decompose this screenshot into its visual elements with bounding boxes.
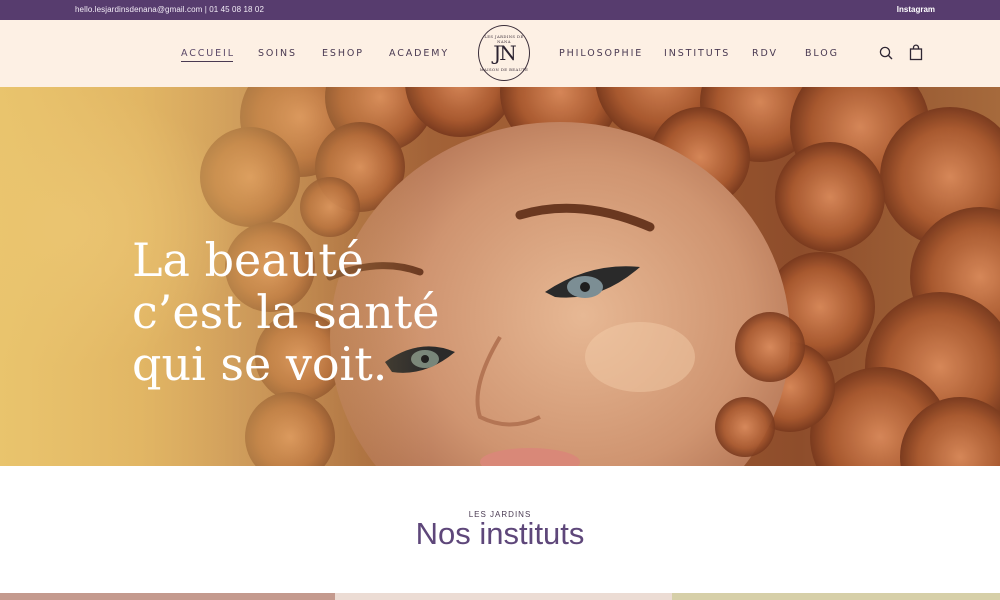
- nav-instituts-label: INSTITUTS: [664, 48, 731, 59]
- top-bar: hello.lesjardinsdenana@gmail.com | 01 45…: [0, 0, 1000, 20]
- hero-line-2: c’est la santé: [132, 285, 440, 339]
- logo-monogram: JN: [493, 41, 516, 65]
- nav-academy[interactable]: ACADEMY: [389, 48, 449, 59]
- nav-rdv[interactable]: RDV: [752, 48, 778, 59]
- site-header: ACCUEIL SOINS ESHOP ACADEMY LES JARDINS …: [0, 20, 1000, 87]
- contact-info[interactable]: hello.lesjardinsdenana@gmail.com | 01 45…: [75, 5, 264, 14]
- nav-instituts[interactable]: INSTITUTS: [664, 48, 730, 59]
- nav-soins[interactable]: SOINS: [258, 48, 297, 59]
- nav-philosophie[interactable]: PHILOSOPHIE: [559, 48, 643, 59]
- shopping-bag-icon[interactable]: [908, 44, 924, 61]
- hero-banner: La beauté c’est la santé qui se voit.: [0, 87, 1000, 466]
- nav-accueil-label: ACCUEIL: [181, 48, 235, 59]
- nav-eshop[interactable]: ESHOP: [322, 48, 364, 59]
- nav-eshop-label: ESHOP: [322, 48, 364, 59]
- site-logo[interactable]: LES JARDINS DE NANA JN MAISON DE BEAUTÉ: [478, 25, 530, 81]
- search-icon[interactable]: [878, 45, 894, 61]
- nav-blog-label: BLOG: [805, 48, 839, 59]
- logo-ring-bottom: MAISON DE BEAUTÉ: [479, 67, 529, 72]
- hero-line-1: La beauté: [132, 233, 365, 287]
- institute-card-2[interactable]: [335, 593, 672, 600]
- hero-headline: La beauté c’est la santé qui se voit.: [132, 234, 552, 390]
- active-nav-underline: [181, 61, 233, 62]
- nav-accueil[interactable]: ACCUEIL: [181, 48, 235, 62]
- section-heading: Nos instituts: [415, 516, 585, 551]
- instagram-link[interactable]: Instagram: [897, 5, 935, 14]
- institute-card-1[interactable]: [0, 593, 335, 600]
- nav-academy-label: ACADEMY: [389, 48, 450, 59]
- institutes-section: LES JARDINS Nos instituts: [0, 466, 1000, 600]
- nav-blog[interactable]: BLOG: [805, 48, 839, 59]
- institute-card-3[interactable]: [672, 593, 1000, 600]
- nav-soins-label: SOINS: [258, 48, 297, 59]
- logo-ring-top: LES JARDINS DE NANA: [484, 34, 524, 44]
- nav-philosophie-label: PHILOSOPHIE: [559, 48, 644, 59]
- nav-rdv-label: RDV: [752, 48, 778, 59]
- hero-line-3: qui se voit.: [132, 337, 388, 391]
